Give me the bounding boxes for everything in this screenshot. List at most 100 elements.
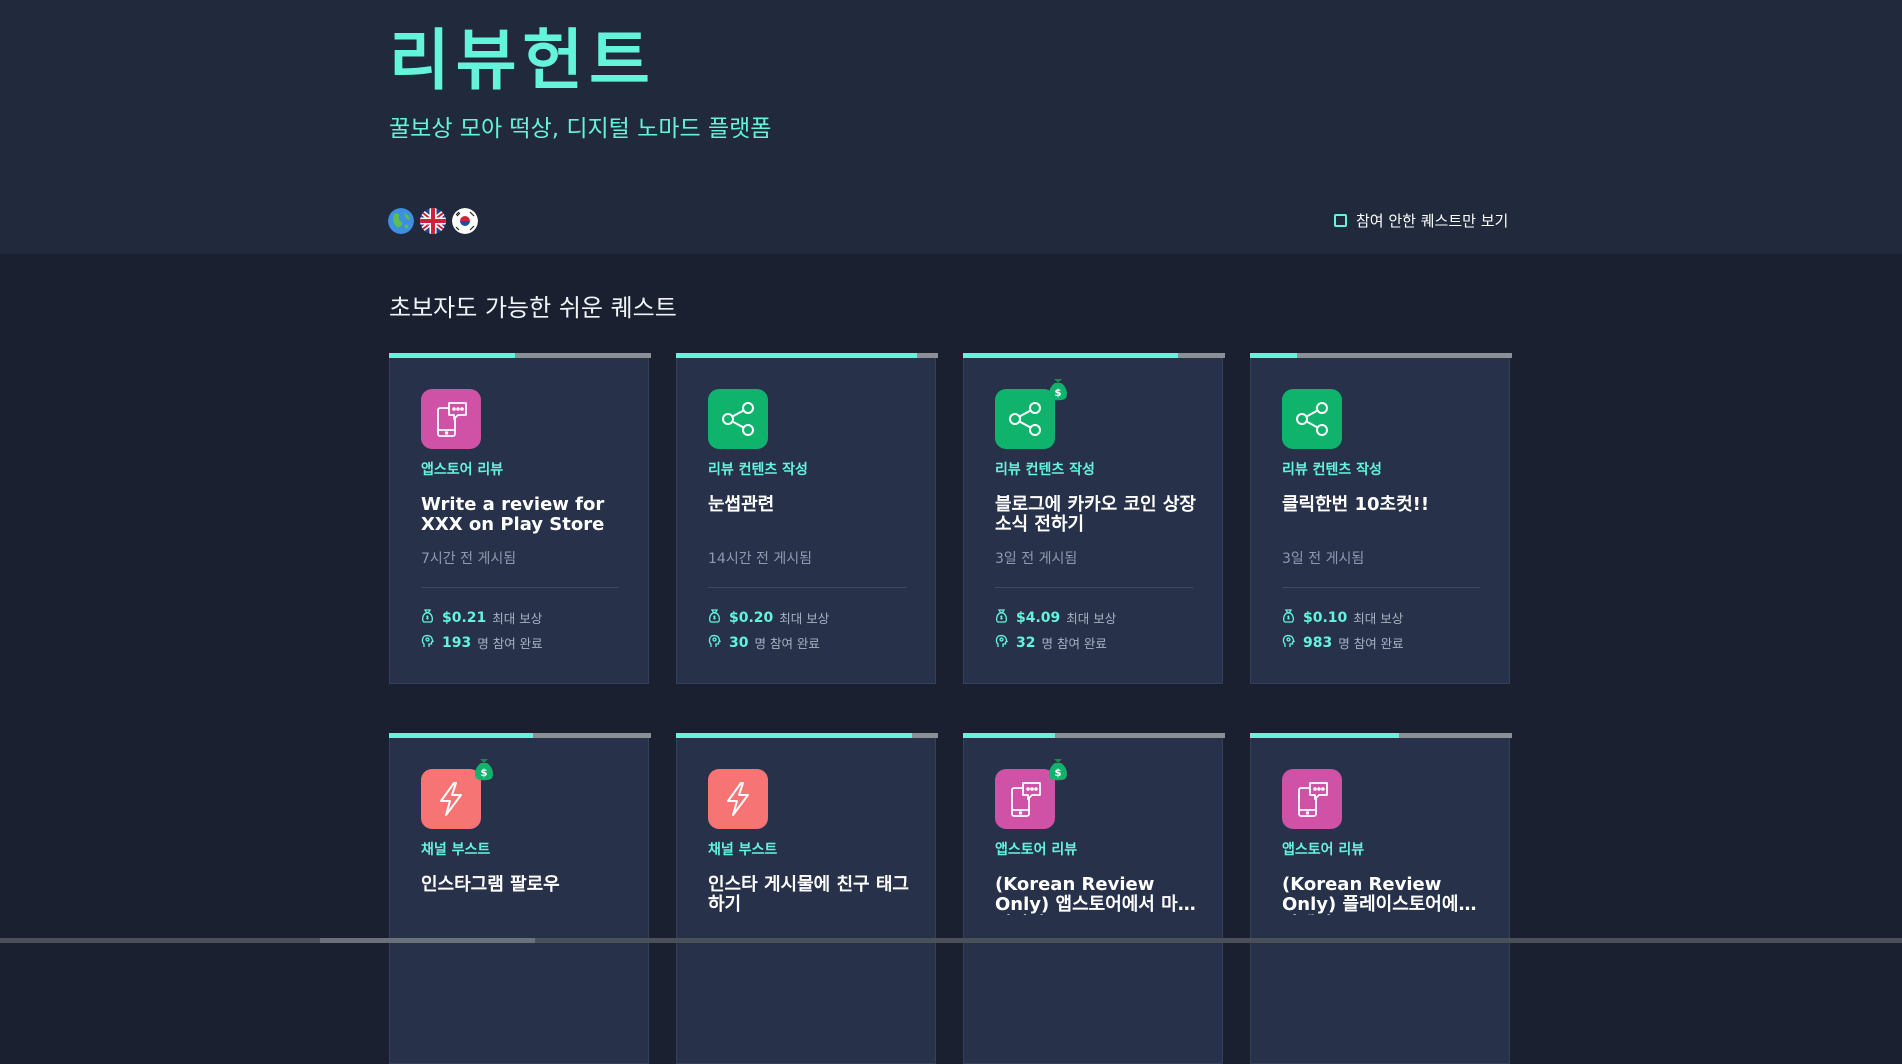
- quest-progress-fill: [963, 733, 1055, 738]
- filter-checkbox[interactable]: [1334, 214, 1347, 227]
- quest-card[interactable]: 앱스토어 리뷰 (Korean Review Only) 플레이스토어에서 마켓빌…: [1250, 733, 1512, 1064]
- reward-row: $0.21 최대 보상: [421, 608, 542, 627]
- quest-progress-fill: [963, 353, 1178, 358]
- quest-card[interactable]: $ 리뷰 컨텐츠 작성블로그에 카카오 코인 상장 소식 전하기 3일 전 게시됨 $…: [963, 353, 1225, 684]
- card-divider: [708, 587, 906, 588]
- quest-title[interactable]: 블로그에 카카오 코인 상장 소식 전하기: [995, 495, 1200, 535]
- reward-amount: $0.20: [729, 609, 774, 626]
- reward-amount: $4.09: [1016, 609, 1061, 626]
- lightning-icon: [421, 769, 481, 829]
- money-bag-small-icon: [421, 609, 442, 626]
- quest-progress-fill: [676, 353, 918, 358]
- share-icon: [1282, 389, 1342, 449]
- participants-row: 32 명 참여 완료: [995, 633, 1107, 652]
- quest-title[interactable]: (Korean Review Only) 앱스토어에서 마켓빌리지…: [995, 875, 1200, 915]
- unjoined-quest-filter[interactable]: 참여 안한 퀘스트만 보기: [1334, 210, 1508, 231]
- participants-count: 983: [1303, 634, 1333, 651]
- participants-label: 명 참여 완료: [754, 636, 820, 651]
- participants-row: 983 명 참여 완료: [1282, 633, 1404, 652]
- quest-progress-bar: [389, 353, 651, 358]
- hero-header: 리뷰헌트 꿀보상 모아 떡상, 디지털 노마드 플랫폼 참여 안한 퀘스트만 보…: [0, 0, 1902, 254]
- reward-amount: $0.21: [442, 609, 487, 626]
- quest-category: 리뷰 컨텐츠 작성: [995, 462, 1095, 478]
- quest-card[interactable]: 앱스토어 리뷰 Write a review for XXX on Play St…: [389, 353, 651, 684]
- reward-label: 최대 보상: [1353, 611, 1404, 626]
- reward-amount: $0.10: [1303, 609, 1348, 626]
- quest-progress-fill: [1250, 733, 1400, 738]
- tagline: 꿀보상 모아 떡상, 디지털 노마드 플랫폼: [389, 116, 772, 142]
- globe-icon[interactable]: [388, 208, 414, 234]
- participants-label: 명 참여 완료: [1338, 636, 1404, 651]
- phone-chat-icon: [995, 769, 1055, 829]
- quest-posted-time: 7시간 전 게시됨: [421, 551, 517, 567]
- quest-progress-bar: [963, 733, 1225, 738]
- reward-row: $4.09 최대 보상: [995, 608, 1116, 627]
- quest-category: 리뷰 컨텐츠 작성: [1282, 462, 1382, 478]
- reward-row: $0.10 최대 보상: [1282, 608, 1403, 627]
- participants-count: 193: [442, 634, 472, 651]
- reward-label: 최대 보상: [779, 611, 830, 626]
- quest-progress-fill: [1250, 353, 1298, 358]
- money-bag-icon: $: [1047, 756, 1069, 782]
- quest-card[interactable]: 채널 부스트 인스타 게시물에 친구 태그하기: [676, 733, 938, 1064]
- horizontal-scrollbar[interactable]: [0, 938, 1902, 943]
- share-icon: [995, 389, 1055, 449]
- svg-text:$: $: [1055, 388, 1062, 399]
- quest-category: 리뷰 컨텐츠 작성: [708, 462, 808, 478]
- quest-card[interactable]: 리뷰 컨텐츠 작성클릭한번 10초컷!! 3일 전 게시됨 $0.10 최대 보상 98…: [1250, 353, 1512, 684]
- svg-text:$: $: [1055, 768, 1062, 779]
- quest-progress-bar: [389, 733, 651, 738]
- participants-label: 명 참여 완료: [1041, 636, 1107, 651]
- card-divider: [995, 587, 1193, 588]
- uk-flag-icon[interactable]: [420, 208, 446, 234]
- participants-count: 32: [1016, 634, 1036, 651]
- phone-chat-icon: [421, 389, 481, 449]
- quest-progress-fill: [676, 733, 912, 738]
- quest-category: 채널 부스트: [421, 842, 491, 858]
- quest-posted-time: 14시간 전 게시됨: [708, 551, 812, 567]
- quest-progress-fill: [389, 733, 534, 738]
- quest-title[interactable]: Write a review for XXX on Play Store: [421, 495, 626, 535]
- quest-posted-time: 3일 전 게시됨: [995, 551, 1078, 567]
- quest-title[interactable]: 클릭한번 10초컷!!: [1282, 495, 1487, 515]
- quest-progress-bar: [676, 353, 938, 358]
- filter-label: 참여 안한 퀘스트만 보기: [1356, 212, 1509, 230]
- card-divider: [1282, 587, 1480, 588]
- reward-label: 최대 보상: [492, 611, 543, 626]
- reward-row: $0.20 최대 보상: [708, 608, 829, 627]
- money-bag-icon: $: [1047, 376, 1069, 402]
- money-bag-small-icon: [995, 609, 1016, 626]
- participants-row: 30 명 참여 완료: [708, 633, 820, 652]
- card-divider: [421, 587, 619, 588]
- quest-card[interactable]: $ 채널 부스트 인스타그램 팔로우: [389, 733, 651, 1064]
- phone-chat-icon: [1282, 769, 1342, 829]
- participants-label: 명 참여 완료: [477, 636, 543, 651]
- quest-card[interactable]: 리뷰 컨텐츠 작성눈썹관련 14시간 전 게시됨 $0.20 최대 보상 30 명 참여 …: [676, 353, 938, 684]
- brand-logo[interactable]: 리뷰헌트: [389, 18, 656, 104]
- quest-category: 앱스토어 리뷰: [995, 842, 1078, 858]
- quest-category: 앱스토어 리뷰: [1282, 842, 1365, 858]
- korea-flag-icon[interactable]: [452, 208, 478, 234]
- quest-title[interactable]: 인스타 게시물에 친구 태그하기: [708, 875, 913, 915]
- quest-grid: 앱스토어 리뷰 Write a review for XXX on Play St…: [389, 353, 1512, 1064]
- quest-title[interactable]: 인스타그램 팔로우: [421, 875, 626, 895]
- quest-progress-bar: [676, 733, 938, 738]
- head-icon: [1282, 634, 1303, 651]
- quest-card[interactable]: $ 앱스토어 리뷰 (Korean Review Only) 앱스토어에서 마켓빌리…: [963, 733, 1225, 1064]
- head-icon: [995, 634, 1016, 651]
- head-icon: [421, 634, 442, 651]
- participants-count: 30: [729, 634, 749, 651]
- quest-posted-time: 3일 전 게시됨: [1282, 551, 1365, 567]
- head-icon: [708, 634, 729, 651]
- participants-row: 193 명 참여 완료: [421, 633, 543, 652]
- quest-title[interactable]: (Korean Review Only) 플레이스토어에서 마켓빌…: [1282, 875, 1487, 915]
- section-title: 초보자도 가능한 쉬운 퀘스트: [389, 294, 677, 322]
- quest-title[interactable]: 눈썹관련: [708, 495, 913, 515]
- share-icon: [708, 389, 768, 449]
- quest-category: 앱스토어 리뷰: [421, 462, 504, 478]
- scrollbar-thumb[interactable]: [320, 938, 535, 943]
- quest-progress-fill: [389, 353, 515, 358]
- quest-progress-bar: [963, 353, 1225, 358]
- language-switcher: [388, 208, 478, 234]
- reward-label: 최대 보상: [1066, 611, 1117, 626]
